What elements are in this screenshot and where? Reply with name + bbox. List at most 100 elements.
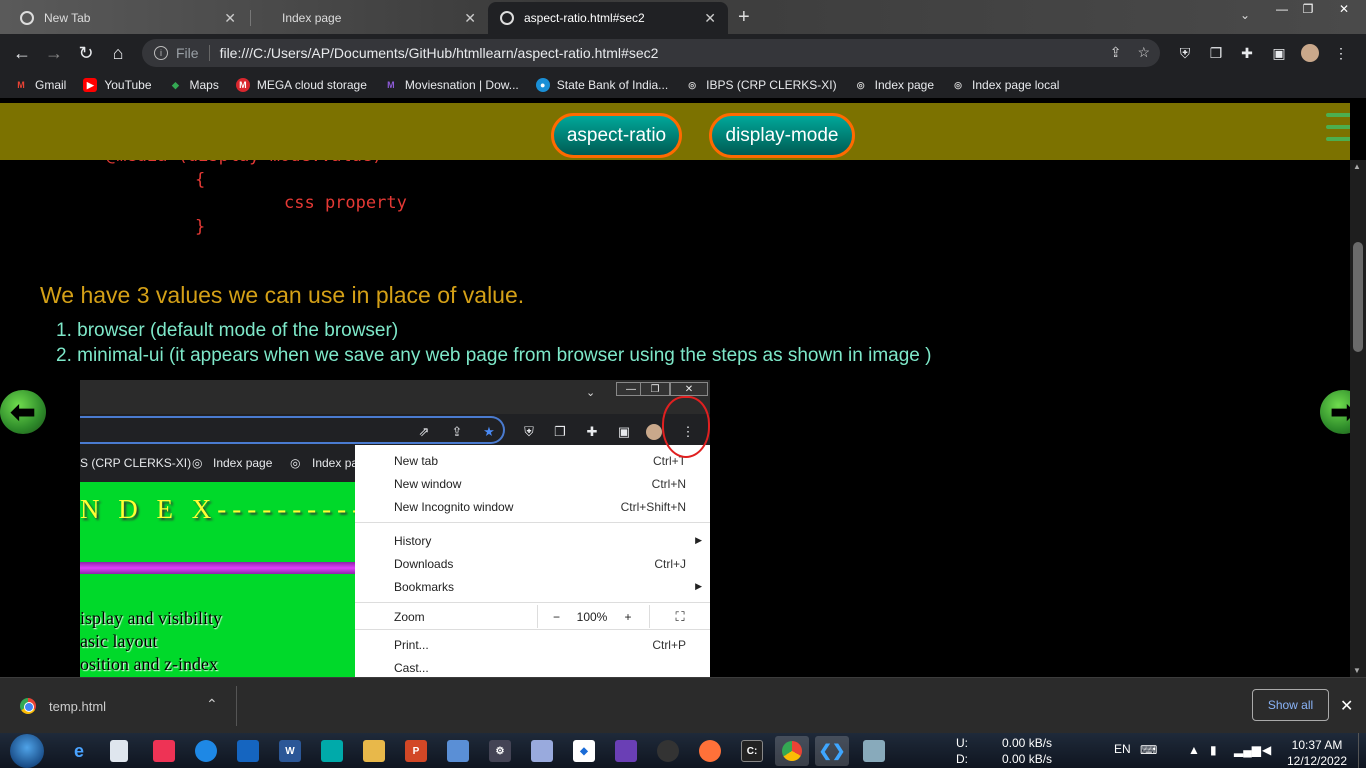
fullscreen-icon: ⛶ [649,605,710,628]
profile-avatar [646,424,662,440]
close-icon[interactable]: ✕ [1340,696,1353,716]
url-separator [208,45,210,61]
new-tab-button[interactable]: + [738,6,750,29]
settings-gear-icon[interactable]: ⚙ [489,740,511,762]
chevron-up-icon[interactable]: ⌃ [206,696,218,713]
tab-new-tab[interactable]: New Tab ✕ [8,2,248,34]
show-desktop-button[interactable] [1358,733,1366,768]
bookmark-mega[interactable]: M MEGA cloud storage [235,78,367,92]
index-list-item: isplay and visibility [80,608,222,628]
puzzle-icon[interactable]: ✚ [1238,44,1256,62]
net-speeds: 0.00 kB/s 0.00 kB/s [1002,735,1052,767]
hamburger-menu-icon[interactable] [1326,113,1350,149]
bookmark-moviesnation[interactable]: M Moviesnation | Dow... [384,78,519,92]
show-all-button[interactable]: Show all [1252,689,1329,721]
aspect-ratio-button[interactable]: aspect-ratio [551,113,682,158]
tab-aspect-ratio[interactable]: aspect-ratio.html#sec2 ✕ [488,2,728,34]
bookmark-star-icon[interactable]: ☆ [1137,44,1150,61]
folder-icon[interactable] [363,740,385,762]
language-indicator[interactable]: EN [1114,742,1131,756]
notes-icon[interactable] [531,740,553,762]
scroll-thumb[interactable] [1353,242,1363,352]
scroll-down-icon[interactable]: ▼ [1353,666,1361,675]
powerpoint-icon[interactable]: P [405,740,427,762]
menu-shortcut: Ctrl+Shift+N [620,499,686,514]
prev-arrow-icon[interactable]: ⬅ [0,390,46,434]
window-close-icon[interactable]: ✕ [1326,0,1362,18]
extension-copy-icon[interactable]: ❐ [1207,44,1225,62]
bookmark-index-page[interactable]: ◎ Index page [854,78,934,92]
clock-date: 12/12/2022 [1286,754,1348,768]
menu-shortcut: Ctrl+P [652,637,686,652]
address-bar[interactable]: i File file:///C:/Users/AP/Documents/Git… [142,39,1160,67]
terminal-icon[interactable]: C: [741,740,763,762]
globe-icon: ◎ [688,79,697,90]
reload-icon[interactable]: ↻ [74,41,98,65]
chrome-taskbar-icon[interactable] [775,736,809,766]
bookmark-ibps[interactable]: ◎ IBPS (CRP CLERKS-XI) [685,78,836,92]
edge-icon[interactable] [195,740,217,762]
minimize-icon[interactable]: — [1268,0,1296,18]
scroll-up-icon[interactable]: ▲ [1353,162,1361,171]
signal-icon[interactable]: ▂▄▆ [1234,743,1261,757]
embedded-tab-strip: ⌄ — ❐ ✕ [80,380,710,414]
notepad-icon[interactable] [110,740,128,762]
app-icon[interactable]: ◆ [573,740,595,762]
profile-avatar[interactable] [1301,44,1319,62]
volume-icon[interactable]: ◀ [1262,743,1271,757]
keyboard-icon[interactable] [447,740,469,762]
url-text[interactable]: file:///C:/Users/AP/Documents/GitHub/htm… [220,45,659,61]
tab-label: aspect-ratio.html#sec2 [524,11,645,25]
tray-up-arrow-icon[interactable]: ▲ [1188,743,1200,757]
close-icon[interactable]: ✕ [464,10,476,27]
app-gauge-icon[interactable] [863,740,885,762]
store-icon[interactable] [321,740,343,762]
ie-icon[interactable]: e [68,740,90,762]
battery-icon[interactable]: ▮ [1210,743,1217,757]
kebab-menu-icon[interactable]: ⋮ [1332,44,1350,62]
keyboard-layout-icon[interactable]: ⌨ [1140,743,1157,757]
start-button[interactable] [10,734,44,768]
bookmark-maps[interactable]: ◆ Maps [169,78,219,92]
paint-icon[interactable] [153,740,175,762]
net-down-label: D: [956,752,968,766]
shield-icon[interactable]: ⛨ [1176,44,1194,62]
home-icon[interactable]: ⌂ [106,41,130,65]
github-icon[interactable] [657,740,679,762]
purple-divider [80,562,355,574]
vscode-icon[interactable]: ❮❯ [815,736,849,766]
index-list-item: asic layout [80,631,158,651]
word-icon[interactable]: W [279,740,301,762]
clock[interactable]: 10:37 AM 12/12/2022 [1286,737,1348,768]
info-icon[interactable]: i [154,46,168,60]
bookmark-youtube[interactable]: ▶ YouTube [83,78,152,92]
list-item: 1. browser (default mode of the browser) [56,320,399,341]
download-file-name[interactable]: temp.html [49,699,106,714]
side-panel-icon[interactable]: ▣ [1270,44,1288,62]
window-close-icon: ✕ [670,382,708,396]
app-purple-icon[interactable] [615,740,637,762]
bookmark-index-page-local[interactable]: ◎ Index page local [951,78,1059,92]
extension-copy-icon: ❐ [554,424,566,439]
next-arrow-icon[interactable]: ➡ [1320,390,1350,434]
menu-item-bookmarks: Bookmarks ▶ [355,575,710,598]
tab-search-chevron-icon[interactable]: ⌄ [1240,8,1250,22]
globe-icon: ◎ [856,79,865,90]
close-icon[interactable]: ✕ [704,10,716,27]
tab-index-page[interactable]: Index page ✕ [252,2,488,34]
menu-divider [355,602,710,603]
photos-icon[interactable] [237,740,259,762]
back-arrow-icon[interactable]: ← [10,41,34,65]
page-scrollbar[interactable]: ▲ ▼ [1350,160,1366,677]
display-mode-button[interactable]: display-mode [709,113,855,158]
forward-arrow-icon[interactable]: → [42,41,66,65]
share-icon[interactable]: ⇪ [1110,44,1122,61]
menu-divider [355,629,710,630]
bookmark-gmail[interactable]: M Gmail [14,78,66,92]
firefox-icon[interactable] [699,740,721,762]
bookmark-sbi[interactable]: ● State Bank of India... [535,78,668,92]
chrome-file-icon [20,698,36,714]
restore-icon[interactable]: ❐ [1294,0,1322,18]
browser-toolbar: ← → ↻ ⌂ i File file:///C:/Users/AP/Docum… [0,34,1366,72]
close-icon[interactable]: ✕ [224,10,236,27]
